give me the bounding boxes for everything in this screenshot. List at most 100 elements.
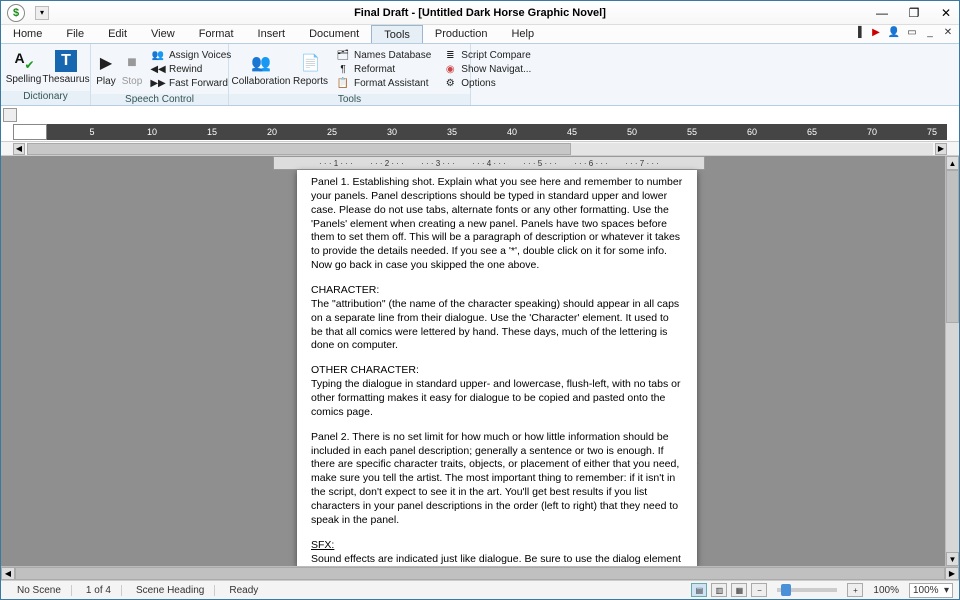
app-icon: $ [7, 4, 25, 22]
menu-icon-x[interactable]: ✕ [941, 25, 955, 39]
fast-forward-button[interactable]: ▶▶Fast Forward [151, 76, 231, 90]
voices-icon: 👥 [151, 49, 165, 61]
vscroll-thumb[interactable] [946, 170, 959, 323]
nav-icon: ◉ [443, 63, 457, 75]
reformat-button[interactable]: ¶Reformat [336, 62, 431, 76]
rewind-icon: ◀◀ [151, 63, 165, 75]
reformat-icon: ¶ [336, 63, 350, 75]
assign-voices-button[interactable]: 👥Assign Voices [151, 48, 231, 62]
view-normal-button[interactable]: ▤ [691, 583, 707, 597]
panel-1-text: Panel 1. Establishing shot. Explain what… [311, 176, 683, 273]
document-ruler[interactable]: · · · 1 · · ·· · · 2 · · ·· · · 3 · · ··… [273, 156, 705, 170]
menu-format[interactable]: Format [187, 25, 246, 43]
ruler-corner[interactable] [3, 108, 17, 122]
status-ready: Ready [219, 585, 268, 596]
horizontal-scroll-top: ◀ ▶ [1, 142, 959, 156]
quick-access-icon[interactable]: ▾ [35, 6, 49, 20]
ribbon: Spelling TThesaurus Dictionary ▶Play ■St… [1, 44, 959, 106]
sfx-body: Sound effects are indicated just like di… [311, 553, 681, 566]
menu-bar: Home File Edit View Format Insert Docume… [1, 25, 959, 44]
names-database-button[interactable]: 🗂Names Database [336, 48, 431, 62]
fassist-icon: 📋 [336, 77, 350, 89]
menu-document[interactable]: Document [297, 25, 371, 43]
maximize-button[interactable]: ❐ [905, 5, 923, 21]
show-navigator-button[interactable]: ◉Show Navigat... [443, 62, 531, 76]
hscroll-right-arrow[interactable]: ▶ [945, 567, 959, 580]
play-button[interactable]: ▶Play [93, 46, 119, 92]
vertical-scrollbar[interactable]: ▲ ▼ [945, 156, 959, 566]
menu-file[interactable]: File [54, 25, 96, 43]
horizontal-ruler[interactable]: 510152025303540455055606570758085 [13, 124, 947, 140]
menu-insert[interactable]: Insert [246, 25, 298, 43]
compare-icon: ≣ [443, 49, 457, 61]
status-page: 1 of 4 [76, 585, 122, 596]
other-character-body: Typing the dialogue in standard upper- a… [311, 378, 680, 418]
menu-help[interactable]: Help [499, 25, 546, 43]
ffwd-icon: ▶▶ [151, 77, 165, 89]
minimize-button[interactable]: — [873, 5, 891, 21]
scroll-thumb[interactable] [27, 143, 571, 155]
menu-tools[interactable]: Tools [371, 25, 423, 43]
stop-icon: ■ [121, 52, 143, 74]
horizontal-scrollbar[interactable]: ◀ ▶ [1, 566, 959, 580]
window-title: Final Draft - [Untitled Dark Horse Graph… [1, 7, 959, 19]
menu-edit[interactable]: Edit [96, 25, 139, 43]
hscroll-left-arrow[interactable]: ◀ [1, 567, 15, 580]
document-page[interactable]: Panel 1. Establishing shot. Explain what… [297, 170, 697, 566]
scroll-left-arrow[interactable]: ◀ [13, 143, 25, 155]
close-button[interactable]: ✕ [937, 5, 955, 21]
panel-2-text: Panel 2. There is no set limit for how m… [311, 431, 683, 528]
title-bar: $ ▾ Final Draft - [Untitled Dark Horse G… [1, 1, 959, 25]
reports-button[interactable]: 📄Reports [291, 46, 330, 92]
menu-view[interactable]: View [139, 25, 187, 43]
menu-icon-box[interactable]: ▭ [905, 25, 919, 39]
spelling-icon [13, 50, 35, 72]
ruler-bar: 510152025303540455055606570758085 [1, 106, 959, 142]
rewind-button[interactable]: ◀◀Rewind [151, 62, 231, 76]
format-assistant-button[interactable]: 📋Format Assistant [336, 76, 431, 90]
group-speech-label: Speech Control [91, 94, 228, 105]
other-character-heading: OTHER CHARACTER: [311, 364, 419, 376]
character-body: The "attribution" (the name of the chara… [311, 298, 679, 352]
menu-production[interactable]: Production [423, 25, 500, 43]
menu-icon-play[interactable]: ▶ [869, 25, 883, 39]
stop-button[interactable]: ■Stop [119, 46, 145, 92]
view-grid-button[interactable]: ▦ [731, 583, 747, 597]
editor-area: · · · 1 · · ·· · · 2 · · ·· · · 3 · · ··… [1, 156, 959, 566]
zoom-percent: 100% [867, 585, 905, 596]
status-element: Scene Heading [126, 585, 215, 596]
scroll-down-arrow[interactable]: ▼ [946, 552, 959, 566]
zoom-input[interactable]: 100%▾ [909, 583, 953, 598]
menu-icon-flag[interactable]: ▐ [851, 25, 865, 39]
zoom-out-button[interactable]: − [751, 583, 767, 597]
zoom-in-button[interactable]: + [847, 583, 863, 597]
reports-icon: 📄 [300, 52, 322, 74]
names-icon: 🗂 [336, 49, 350, 61]
menu-icon-person[interactable]: 👤 [887, 25, 901, 39]
thesaurus-icon: T [55, 50, 77, 72]
thesaurus-button[interactable]: TThesaurus [44, 46, 88, 89]
group-tools-label: Tools [229, 94, 470, 105]
spelling-button[interactable]: Spelling [3, 46, 44, 89]
character-heading: CHARACTER: [311, 284, 379, 296]
zoom-slider[interactable] [777, 588, 837, 592]
scroll-right-arrow[interactable]: ▶ [935, 143, 947, 155]
options-icon: ⚙ [443, 77, 457, 89]
zoom-knob[interactable] [781, 584, 791, 596]
script-compare-button[interactable]: ≣Script Compare [443, 48, 531, 62]
menu-home[interactable]: Home [1, 25, 54, 43]
vertical-ruler [1, 156, 17, 566]
menu-icon-min[interactable]: _ [923, 25, 937, 39]
play-icon: ▶ [95, 52, 117, 74]
scroll-up-arrow[interactable]: ▲ [946, 156, 959, 170]
status-scene: No Scene [7, 585, 72, 596]
collab-icon: 👥 [250, 52, 272, 74]
sfx-heading: SFX: [311, 539, 334, 551]
view-page-button[interactable]: ▥ [711, 583, 727, 597]
status-bar: No Scene 1 of 4 Scene Heading Ready ▤ ▥ … [1, 580, 959, 599]
collaboration-button[interactable]: 👥Collaboration [231, 46, 291, 92]
scroll-track[interactable] [27, 143, 933, 155]
group-dictionary-label: Dictionary [1, 91, 90, 105]
options-button[interactable]: ⚙Options [443, 76, 531, 90]
hscroll-thumb[interactable] [15, 567, 945, 580]
